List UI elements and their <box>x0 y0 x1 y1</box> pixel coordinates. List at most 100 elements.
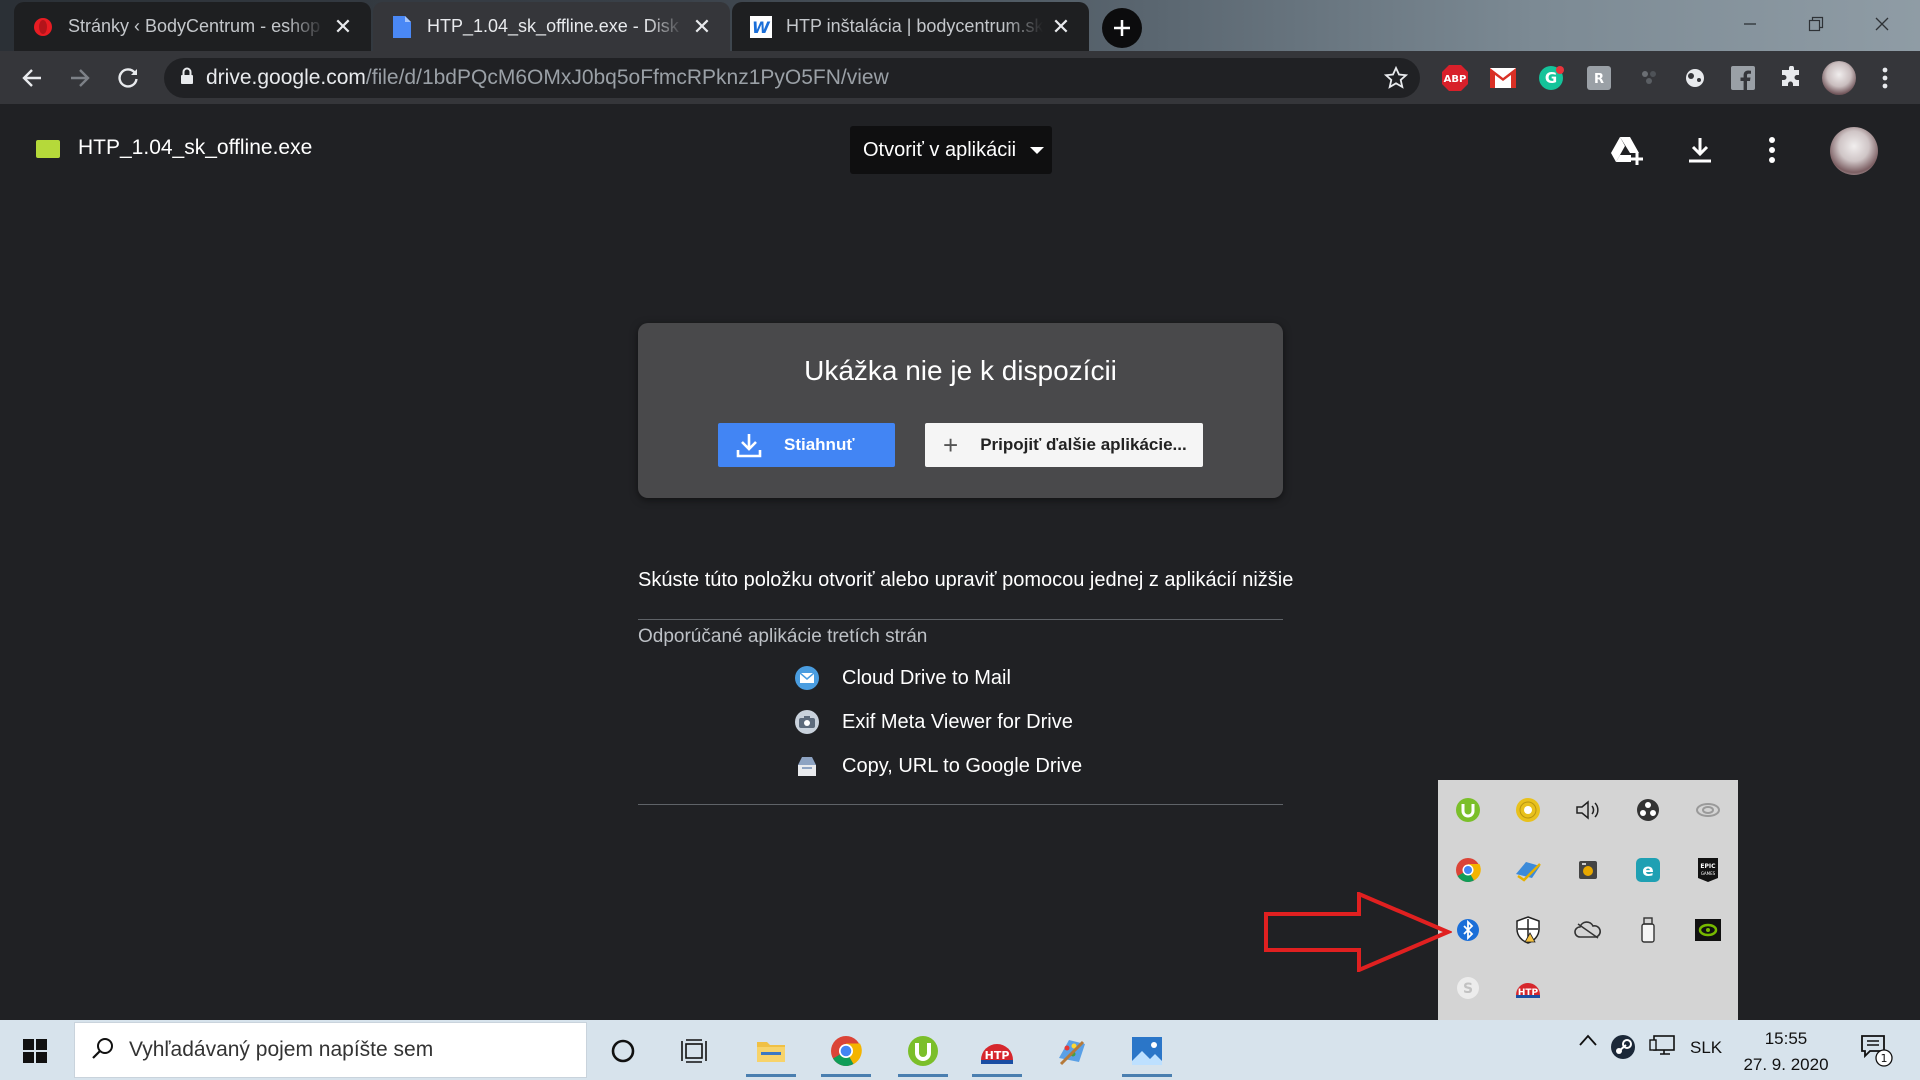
download-file-button[interactable]: Stiahnuť <box>718 423 895 467</box>
start-button[interactable] <box>16 1032 54 1070</box>
open-with-dropdown[interactable]: Otvoriť v aplikácii <box>850 126 1052 174</box>
svg-text:R: R <box>1594 72 1604 87</box>
suggestion-heading: Skúste túto položku otvoriť alebo upravi… <box>638 569 1294 591</box>
steam-tray-icon[interactable] <box>1608 1034 1638 1060</box>
epic-games-icon[interactable]: EPIC GAMES <box>1693 855 1723 885</box>
windows-logo-icon <box>23 1039 47 1063</box>
download-icon <box>736 434 762 458</box>
extensions-icon[interactable] <box>1776 63 1806 93</box>
suggestion-subheading: Odporúčané aplikácie tretích strán <box>638 626 928 647</box>
search-icon <box>91 1036 115 1065</box>
facebook-icon[interactable] <box>1728 63 1758 93</box>
windows-taskbar: Vyhľadávaný pojem napíšte sem HTP SLK 15… <box>0 1020 1920 1080</box>
app-cloud-drive-to-mail[interactable]: Cloud Drive to Mail <box>795 663 1011 693</box>
chrome-menu-icon[interactable] <box>1870 63 1900 93</box>
close-window-button[interactable] <box>1852 6 1912 42</box>
creative-cloud-icon[interactable] <box>1693 795 1723 825</box>
chrome-taskbar-button[interactable] <box>817 1025 875 1077</box>
browser-toolbar: drive.google.com/file/d/1bdPQcM6OMxJ0bq5… <box>0 51 1920 104</box>
drive-copy-icon <box>795 754 819 778</box>
windows-security-icon[interactable] <box>1513 915 1543 945</box>
add-to-drive-button[interactable] <box>1606 128 1650 172</box>
volume-icon[interactable] <box>1573 795 1603 825</box>
address-bar[interactable]: drive.google.com/file/d/1bdPQcM6OMxJ0bq5… <box>164 58 1420 98</box>
chrome-icon <box>831 1036 862 1067</box>
paint-taskbar-button[interactable] <box>1042 1025 1100 1077</box>
forward-button[interactable] <box>60 58 100 98</box>
disc-burner-icon[interactable] <box>1513 795 1543 825</box>
bluetooth-icon[interactable] <box>1453 915 1483 945</box>
svg-text:G: G <box>1545 69 1557 87</box>
notification-icon: 1 <box>1861 1035 1893 1067</box>
reload-button[interactable] <box>108 58 148 98</box>
gmail-icon[interactable] <box>1488 63 1518 93</box>
grammarly-icon[interactable]: G <box>1536 63 1566 93</box>
app-label: Exif Meta Viewer for Drive <box>842 710 1073 733</box>
reader-icon[interactable]: R <box>1584 63 1614 93</box>
new-tab-button[interactable] <box>1102 8 1142 48</box>
app-label: Cloud Drive to Mail <box>842 666 1011 689</box>
tab-title: HTP inštalácia | bodycentrum.sk <box>786 16 1043 36</box>
tab-title: HTP_1.04_sk_offline.exe - Disk Google <box>427 16 684 36</box>
tab-drive-file[interactable]: HTP_1.04_sk_offline.exe - Disk Google ✕ <box>373 2 730 51</box>
bookmark-star-icon[interactable] <box>1383 65 1409 95</box>
app-copy-url-to-drive[interactable]: Copy, URL to Google Drive <box>795 751 1082 781</box>
exe-file-icon <box>36 140 60 158</box>
chevron-up-icon <box>1579 1034 1597 1046</box>
onedrive-icon[interactable] <box>1573 915 1603 945</box>
clock[interactable]: 15:55 27. 9. 2020 <box>1742 1026 1830 1078</box>
close-icon[interactable]: ✕ <box>1049 14 1073 39</box>
nvidia-icon[interactable] <box>1693 915 1723 945</box>
file-name: HTP_1.04_sk_offline.exe <box>78 136 313 159</box>
time: 15:55 <box>1764 1029 1808 1048</box>
action-center-button[interactable]: 1 <box>1856 1032 1896 1068</box>
tab-htp-installation[interactable]: W HTP inštalácia | bodycentrum.sk ✕ <box>732 2 1089 51</box>
abp-icon[interactable]: ABP <box>1440 63 1470 93</box>
account-avatar[interactable] <box>1830 127 1878 175</box>
puzzle-ext-icon[interactable] <box>1634 63 1664 93</box>
profile-avatar[interactable] <box>1822 61 1856 95</box>
tab-bodycentrum-wordpress[interactable]: Stránky ‹ BodyCentrum - eshop — WordPres… <box>14 2 371 51</box>
gamepad-ext-icon[interactable] <box>1680 63 1710 93</box>
close-icon[interactable]: ✕ <box>331 14 355 39</box>
tab-title: Stránky ‹ BodyCentrum - eshop — WordPres… <box>68 16 325 36</box>
minimize-button[interactable] <box>1720 6 1780 42</box>
lock-icon[interactable] <box>180 67 194 90</box>
camera-tray-icon[interactable] <box>1573 855 1603 885</box>
skype-icon[interactable]: S <box>1453 973 1483 1003</box>
close-icon[interactable]: ✕ <box>690 14 714 39</box>
svg-text:W: W <box>752 18 771 37</box>
svg-text:GAMES: GAMES <box>1701 871 1716 876</box>
url-text[interactable]: drive.google.com/file/d/1bdPQcM6OMxJ0bq5… <box>206 66 889 90</box>
htp-taskbar-button[interactable]: HTP <box>968 1025 1026 1077</box>
download-button[interactable] <box>1678 128 1722 172</box>
back-button[interactable] <box>12 58 52 98</box>
app-label: Copy, URL to Google Drive <box>842 754 1083 777</box>
network-icon[interactable] <box>1646 1034 1678 1058</box>
htp-icon[interactable]: HTP <box>1513 973 1543 1003</box>
photos-taskbar-button[interactable] <box>1118 1025 1176 1077</box>
preview-unavailable-card: Ukážka nie je k dispozícii Stiahnuť + Pr… <box>638 323 1283 498</box>
chrome-tray-icon[interactable] <box>1453 855 1483 885</box>
open-with-label: Otvoriť v aplikácii <box>863 138 1017 161</box>
file-explorer-button[interactable] <box>742 1025 800 1077</box>
utorrent-icon[interactable] <box>1453 795 1483 825</box>
paint-tool-icon[interactable] <box>1513 855 1543 885</box>
app-exif-meta-viewer[interactable]: Exif Meta Viewer for Drive <box>795 707 1073 737</box>
connect-more-apps-button[interactable]: + Pripojiť ďalšie aplikácie... <box>925 423 1203 467</box>
viewer-header: HTP_1.04_sk_offline.exe Otvoriť v apliká… <box>0 104 1920 192</box>
cortana-button[interactable] <box>594 1025 652 1077</box>
tray-overflow-popup: e EPIC GAMES S HTP <box>1438 780 1738 1020</box>
steam-alt-icon[interactable] <box>1633 795 1663 825</box>
more-vert-icon <box>1769 137 1775 163</box>
language-indicator[interactable]: SLK <box>1690 1038 1722 1058</box>
eset-icon[interactable]: e <box>1633 855 1663 885</box>
more-actions-button[interactable] <box>1750 128 1794 172</box>
restore-button[interactable] <box>1786 6 1846 42</box>
taskbar-search-box[interactable]: Vyhľadávaný pojem napíšte sem <box>74 1022 587 1078</box>
usb-drive-icon[interactable] <box>1633 915 1663 945</box>
utorrent-taskbar-button[interactable] <box>894 1025 952 1077</box>
mail-icon <box>795 666 819 690</box>
task-view-button[interactable] <box>665 1025 723 1077</box>
show-hidden-icons-button[interactable] <box>1574 1034 1602 1046</box>
